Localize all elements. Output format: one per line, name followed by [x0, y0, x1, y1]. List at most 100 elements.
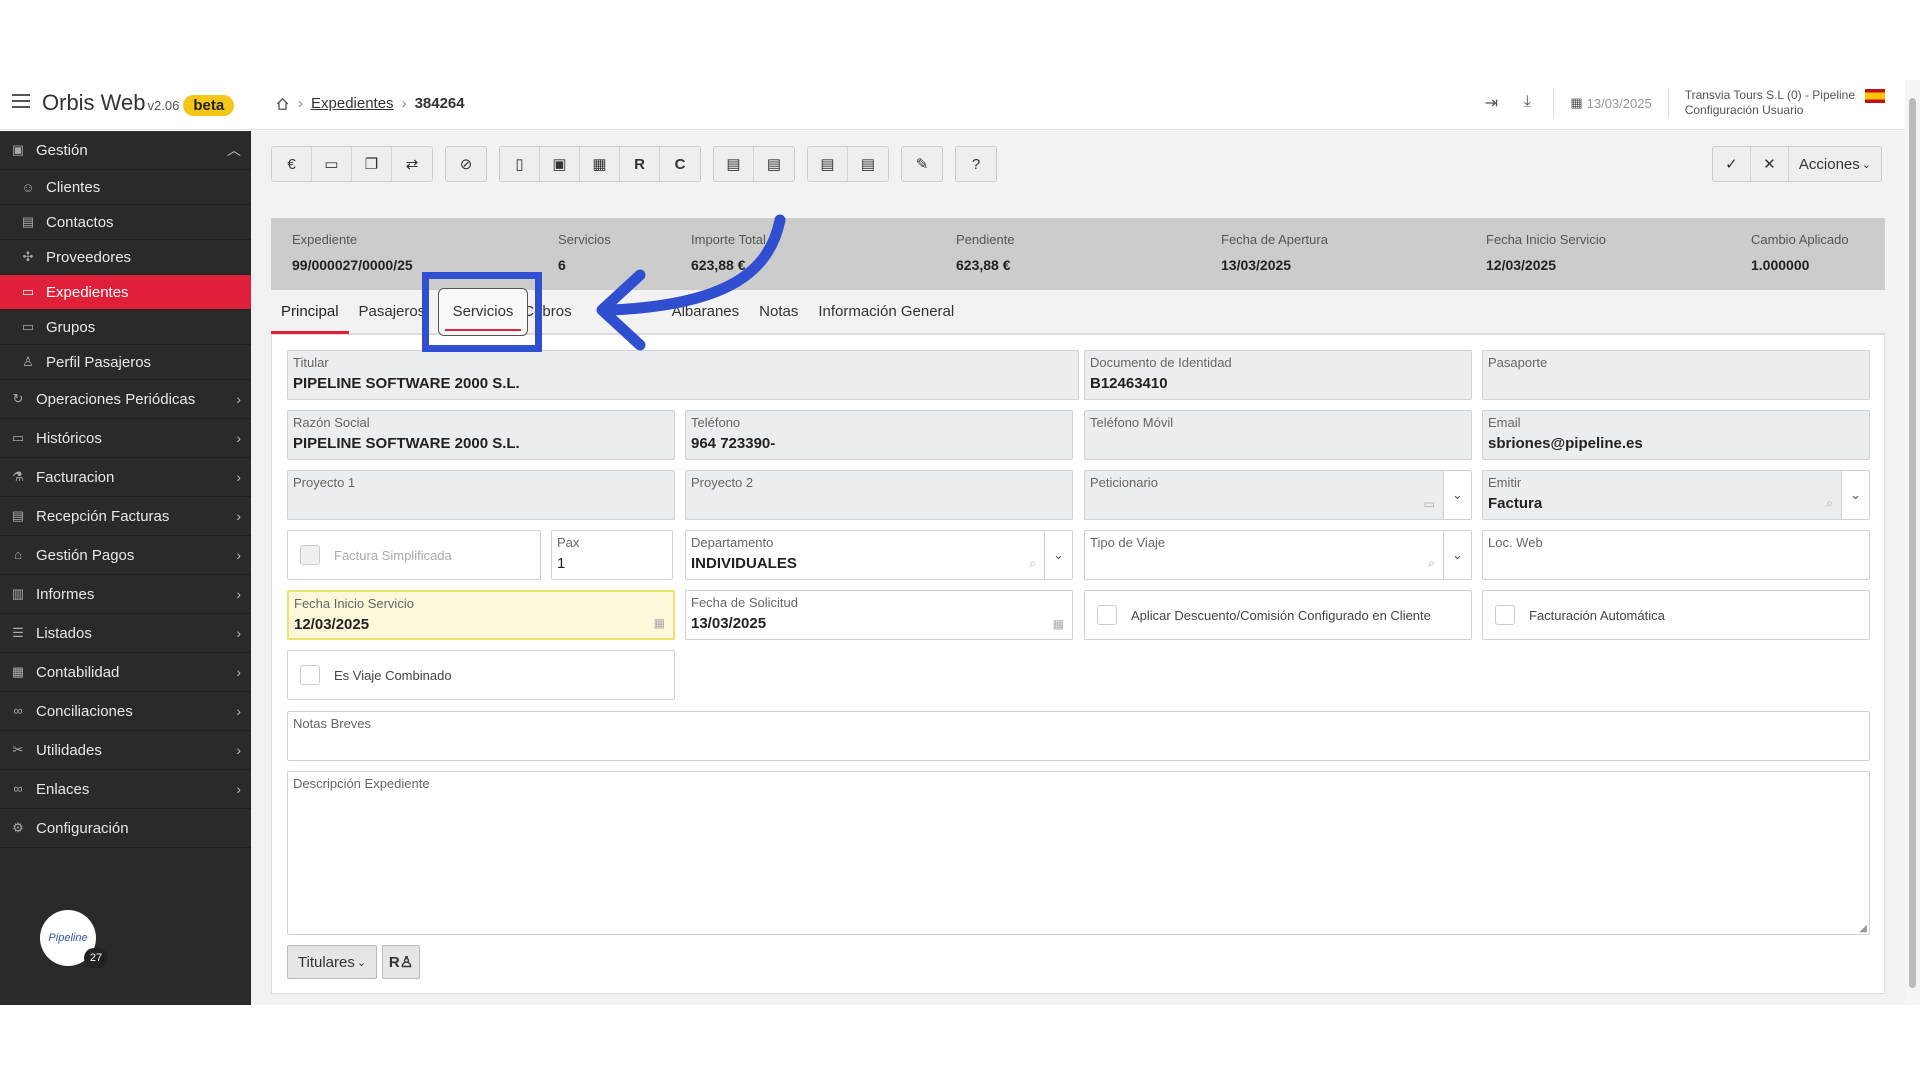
descripcion-expediente-field[interactable]: Descripción Expediente ◢ — [287, 771, 1870, 935]
resize-handle-icon[interactable]: ◢ — [1859, 923, 1867, 934]
titular-field[interactable]: Titular PIPELINE SOFTWARE 2000 S.L. — [287, 350, 1079, 400]
acciones-dropdown[interactable]: Acciones ⌄ — [1789, 147, 1881, 181]
luggage-button[interactable]: ▣ — [540, 147, 580, 181]
calendar-icon[interactable]: ▦ — [654, 616, 665, 630]
pax-field[interactable]: Pax 1 — [551, 530, 673, 580]
proyecto2-field[interactable]: Proyecto 2 — [685, 470, 1073, 520]
folder-icon: ▭ — [21, 284, 35, 299]
chevron-down-icon[interactable]: ⌄ — [1443, 531, 1471, 579]
sidebar-item-recepcion-facturas[interactable]: ▤ Recepción Facturas › — [0, 497, 251, 536]
razon-social-field[interactable]: Razón Social PIPELINE SOFTWARE 2000 S.L. — [287, 410, 675, 460]
home-icon[interactable] — [275, 97, 290, 111]
peticionario-field[interactable]: Peticionario ▭ ⌄ — [1084, 470, 1472, 520]
r-button[interactable]: R — [620, 147, 660, 181]
notas-breves-field[interactable]: Notas Breves — [287, 711, 1870, 761]
card-icon: ▭ — [1423, 497, 1435, 511]
sidebar-item-facturacion[interactable]: ⚗ Facturacion › — [0, 458, 251, 497]
folder-button[interactable]: ▭ — [312, 147, 352, 181]
invoice-cancel-button[interactable]: ▤ — [714, 147, 754, 181]
invoice-user-button[interactable]: ▤ — [754, 147, 794, 181]
sidebar-item-label: Históricos — [36, 429, 102, 447]
r-user-button[interactable]: R♙ — [382, 945, 420, 979]
chevron-down-icon[interactable]: ⌄ — [1841, 471, 1869, 519]
scrollbar-thumb[interactable] — [1909, 98, 1916, 988]
breadcrumb-current: 384264 — [414, 95, 465, 112]
tipo-viaje-field[interactable]: Tipo de Viaje ⌕ ⌄ — [1084, 530, 1472, 580]
factura-simplificada-checkbox[interactable] — [300, 545, 320, 565]
documento-identidad-field[interactable]: Documento de Identidad B12463410 — [1084, 350, 1472, 400]
summary-importe-total: Importe Total 623,88 € — [691, 232, 766, 273]
acciones-label: Acciones — [1798, 155, 1860, 173]
add-document-icon: ▤ — [820, 156, 835, 173]
user-info[interactable]: Transvia Tours S.L (0) - Pipeline Config… — [1685, 88, 1855, 118]
facturacion-automatica-checkbox[interactable] — [1495, 605, 1515, 625]
tab-notas[interactable]: Notas — [749, 290, 808, 334]
notification-badge[interactable]: 27 — [84, 948, 108, 968]
transfer-button[interactable]: ⇄ — [392, 147, 432, 181]
fecha-solicitud-field[interactable]: Fecha de Solicitud 13/03/2025 ▦ — [685, 590, 1073, 640]
servicios-tab-highlighted[interactable]: Servicios — [438, 288, 528, 336]
sidebar-item-contabilidad[interactable]: ▦ Contabilidad › — [0, 653, 251, 692]
proyecto1-field[interactable]: Proyecto 1 — [287, 470, 675, 520]
add-document-button[interactable]: ▤ — [808, 147, 848, 181]
documents-button[interactable]: ▤ — [848, 147, 888, 181]
titulares-dropdown-button[interactable]: Titulares ⌄ — [287, 945, 377, 979]
sidebar-item-grupos[interactable]: ▭ Grupos — [0, 310, 251, 345]
sidebar-item-utilidades[interactable]: ✂ Utilidades › — [0, 731, 251, 770]
tab-informacion-general[interactable]: Información General — [808, 290, 964, 334]
sidebar-item-conciliaciones[interactable]: ∞ Conciliaciones › — [0, 692, 251, 731]
close-button[interactable]: ✕ — [1751, 147, 1789, 181]
tab-principal[interactable]: Principal — [271, 290, 349, 334]
document-button[interactable]: ▯ — [500, 147, 540, 181]
telefono-field[interactable]: Teléfono 964 723390- — [685, 410, 1073, 460]
pasaporte-field[interactable]: Pasaporte — [1482, 350, 1870, 400]
sidebar-item-proveedores[interactable]: ✣ Proveedores — [0, 240, 251, 275]
attach-button[interactable]: ✎ — [902, 147, 942, 181]
sidebar-item-operaciones[interactable]: ↻ Operaciones Periódicas › — [0, 380, 251, 419]
field-value: 1 — [557, 555, 566, 572]
documents-icon: ▤ — [860, 156, 876, 173]
departamento-field[interactable]: Departamento INDIVIDUALES ⌕ ⌄ — [685, 530, 1073, 580]
confirm-button[interactable]: ✓ — [1713, 147, 1751, 181]
email-field[interactable]: Email sbriones@pipeline.es — [1482, 410, 1870, 460]
fecha-inicio-servicio-field[interactable]: Fecha Inicio Servicio 12/03/2025 ▦ — [287, 590, 675, 640]
viaje-combinado-checkbox[interactable] — [300, 665, 320, 685]
hamburger-menu-icon[interactable] — [12, 94, 30, 110]
date-display[interactable]: ▦ 13/03/2025 — [1570, 95, 1651, 111]
page-scrollbar[interactable] — [1905, 80, 1920, 1005]
breadcrumb-expedientes[interactable]: Expedientes — [311, 95, 394, 112]
tab-albaranes[interactable]: Albaranes — [662, 290, 750, 334]
sidebar-item-historicos[interactable]: ▭ Históricos › — [0, 419, 251, 458]
chevron-down-icon[interactable]: ⌄ — [1443, 471, 1471, 519]
sidebar-item-gestion-pagos[interactable]: ⌂ Gestión Pagos › — [0, 536, 251, 575]
loc-web-field[interactable]: Loc. Web — [1482, 530, 1870, 580]
cancel-button[interactable]: ⊘ — [446, 147, 486, 181]
sidebar-item-expedientes[interactable]: ▭ Expedientes — [0, 275, 259, 310]
gear-icon: ⚙ — [12, 820, 24, 835]
calendar-icon[interactable]: ▦ — [1053, 617, 1064, 631]
field-value: 13/03/2025 — [691, 615, 767, 632]
summary-label: Fecha Inicio Servicio — [1486, 232, 1606, 247]
copy-button[interactable]: ❐ — [352, 147, 392, 181]
calendar-button[interactable]: ▦ — [580, 147, 620, 181]
spain-flag-icon[interactable] — [1865, 89, 1885, 103]
sidebar-item-configuracion[interactable]: ⚙ Configuración — [0, 809, 251, 848]
telefono-movil-field[interactable]: Teléfono Móvil — [1084, 410, 1472, 460]
login-icon[interactable]: ⇥ — [1481, 93, 1501, 113]
sidebar-item-contactos[interactable]: ▤ Contactos — [0, 205, 251, 240]
help-button[interactable]: ? — [956, 147, 996, 181]
field-value: B12463410 — [1090, 375, 1168, 392]
field-label: Documento de Identidad — [1090, 355, 1232, 370]
sidebar-item-enlaces[interactable]: ∞ Enlaces › — [0, 770, 251, 809]
c-button[interactable]: C — [660, 147, 700, 181]
aplicar-descuento-checkbox[interactable] — [1097, 605, 1117, 625]
sidebar-item-listados[interactable]: ☰ Listados › — [0, 614, 251, 653]
euro-button[interactable]: € — [272, 147, 312, 181]
sidebar-item-informes[interactable]: ▥ Informes › — [0, 575, 251, 614]
sidebar-item-perfil-pasajeros[interactable]: ♙ Perfil Pasajeros — [0, 345, 251, 380]
sidebar-item-clientes[interactable]: ☺ Clientes — [0, 170, 251, 205]
sidebar-item-gestion[interactable]: ▣ Gestión ︿ — [0, 131, 251, 170]
chevron-down-icon[interactable]: ⌄ — [1044, 531, 1072, 579]
download-icon[interactable]: ⤓ — [1517, 93, 1537, 113]
emitir-field[interactable]: Emitir Factura ⌕ ⌄ — [1482, 470, 1870, 520]
